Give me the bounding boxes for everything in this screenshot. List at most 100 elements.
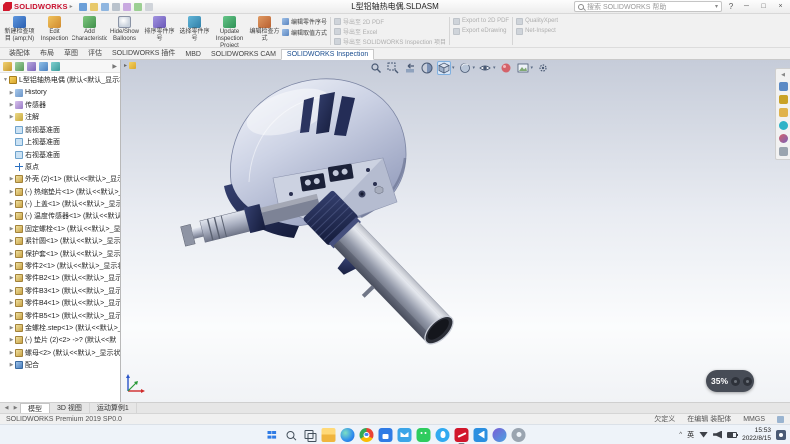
expand-arrow-icon[interactable]: ▶ — [8, 176, 15, 182]
view-palette-icon[interactable] — [779, 121, 788, 130]
new-inspection-project-button[interactable]: 新建检查项目 (amp;N) — [2, 15, 37, 47]
custom-properties-icon[interactable] — [779, 147, 788, 156]
dimxpertmanager-tab-icon[interactable] — [39, 62, 48, 71]
featuremanager-tab-icon[interactable] — [3, 62, 12, 71]
vscode-icon[interactable] — [474, 428, 488, 442]
expand-arrow-icon[interactable]: ▶ — [8, 350, 15, 356]
tree-item-part[interactable]: ▶ 零件2<1> (默认<<默认>_显示状态 — [0, 260, 120, 272]
wifi-icon[interactable] — [699, 432, 708, 438]
expand-arrow-icon[interactable]: ▶ — [8, 300, 15, 306]
tree-item-history[interactable]: ▶ History — [0, 86, 120, 98]
media-player-icon[interactable] — [493, 428, 507, 442]
overlay-button-icon[interactable] — [743, 377, 752, 386]
file-explorer-pane-icon[interactable] — [779, 108, 788, 117]
propertymanager-tab-icon[interactable] — [15, 62, 24, 71]
export-2d-pdf-button[interactable]: 导出至 2D PDF — [334, 17, 446, 25]
start-button[interactable] — [265, 428, 279, 442]
qq-icon[interactable] — [436, 428, 450, 442]
export-edrawing-button[interactable]: Export eDrawing — [453, 27, 509, 35]
hide-show-balloons-button[interactable]: Hide/Show Balloons — [107, 15, 142, 47]
task-pane-collapse-icon[interactable]: ◀ — [781, 72, 785, 78]
close-button[interactable]: × — [774, 3, 787, 10]
minimize-button[interactable]: ─ — [740, 3, 753, 10]
file-explorer-icon[interactable] — [322, 428, 336, 442]
tree-item-part[interactable]: ▶ 零件B5<1> (默认<<默认>_显示状 — [0, 309, 120, 321]
tab-sketch[interactable]: 草图 — [59, 47, 83, 59]
tree-item-right-plane[interactable]: 右视基准面 — [0, 148, 120, 160]
edge-icon[interactable] — [341, 428, 355, 442]
tree-item-part[interactable]: ▶ (-) 温度传感器<1> (默认<<默认 — [0, 210, 120, 222]
expand-arrow-icon[interactable]: ▶ — [8, 275, 15, 281]
tree-item-sensors[interactable]: ▶ 传感器 — [0, 99, 120, 111]
graphics-viewport[interactable]: ▸ ▾ — [121, 60, 790, 402]
new-document-icon[interactable] — [79, 3, 87, 11]
tree-item-annotations[interactable]: ▶ 注解 — [0, 111, 120, 123]
tab-scroll-left-icon[interactable]: ◀ — [2, 403, 11, 413]
search-box[interactable]: 搜索 SOLIDWORKS 帮助 ▾ — [574, 1, 722, 12]
tree-item-part[interactable]: ▶ (-) 垫片 (2)<2> ->? (默认<<默 — [0, 334, 120, 346]
taskbar-clock[interactable]: 15:53 2022/8/15 — [742, 427, 771, 442]
expand-arrow-icon[interactable]: ▶ — [8, 226, 15, 232]
notification-center-icon[interactable] — [776, 430, 786, 440]
add-characteristic-button[interactable]: Add Characteristic — [72, 15, 107, 47]
tree-item-part[interactable]: ▶ 零件B2<1> (默认<<默认>_显示状 — [0, 272, 120, 284]
expand-arrow-icon[interactable]: ▶ — [8, 263, 15, 269]
tab-solidworks-inspection[interactable]: SOLIDWORKS Inspection — [281, 49, 374, 60]
tab-addins[interactable]: SOLIDWORKS 插件 — [107, 47, 180, 59]
mail-icon[interactable] — [398, 428, 412, 442]
configurationmanager-tab-icon[interactable] — [27, 62, 36, 71]
tree-item-part[interactable]: ▶ 外壳 (2)<1> (默认<<默认>_显示状 — [0, 173, 120, 185]
save-icon[interactable] — [101, 3, 109, 11]
tree-item-part[interactable]: ▶ (-) 热缩垫片<1> (默认<<默认>_显 — [0, 186, 120, 198]
tree-item-front-plane[interactable]: 前视基准面 — [0, 124, 120, 136]
overlay-button-icon[interactable] — [731, 377, 740, 386]
expand-arrow-icon[interactable]: ▶ — [8, 189, 15, 195]
store-icon[interactable] — [379, 428, 393, 442]
expand-arrow-icon[interactable]: ▶ — [8, 213, 15, 219]
battery-icon[interactable] — [727, 432, 737, 438]
expand-arrow-icon[interactable]: ▶ — [8, 201, 15, 207]
edit-value-method-button[interactable]: 编辑取值方式 — [282, 28, 327, 37]
sort-balloons-button[interactable]: 排序零件序号 — [142, 15, 177, 47]
export-excel-button[interactable]: 导出至 Excel — [334, 27, 446, 35]
expand-arrow-icon[interactable]: ▶ — [8, 337, 15, 343]
tab-evaluate[interactable]: 评估 — [83, 47, 107, 59]
tab-motion-study[interactable]: 运动算例1 — [90, 403, 137, 413]
tree-item-part[interactable]: ▶ 保护套<1> (默认<<默认>_显示状 — [0, 247, 120, 259]
collapse-arrow-icon[interactable]: ▼ — [2, 77, 9, 83]
tree-item-origin[interactable]: 原点 — [0, 161, 120, 173]
tree-item-part[interactable]: ▶ 零件B3<1> (默认<<默认>_显示状 — [0, 285, 120, 297]
options-gear-icon[interactable] — [145, 3, 153, 11]
settings-icon[interactable] — [512, 428, 526, 442]
select-balloons-button[interactable]: 选择零件序号 — [177, 15, 212, 47]
tab-layout[interactable]: 布局 — [35, 47, 59, 59]
search-dropdown-icon[interactable]: ▾ — [715, 3, 718, 10]
volume-icon[interactable] — [713, 431, 722, 439]
displaymanager-tab-icon[interactable] — [51, 62, 60, 71]
open-icon[interactable] — [90, 3, 98, 11]
rebuild-icon[interactable] — [134, 3, 142, 11]
hidden-icons-chevron[interactable]: ^ — [679, 432, 682, 438]
device-battery-overlay[interactable]: 35% — [706, 370, 754, 392]
expand-arrow-icon[interactable]: ▶ — [8, 362, 15, 368]
solidworks-resources-icon[interactable] — [779, 82, 788, 91]
tree-item-part[interactable]: ▶ 零件B4<1> (默认<<默认>_显示状 — [0, 297, 120, 309]
edit-inspection-button[interactable]: Edit Inspection — [37, 15, 72, 47]
expand-arrow-icon[interactable]: ▶ — [8, 313, 15, 319]
tab-3d-views[interactable]: 3D 视图 — [50, 403, 90, 413]
update-inspection-project-button[interactable]: Update Inspection Project — [212, 15, 247, 47]
expand-arrow-icon[interactable]: ▶ — [8, 114, 15, 120]
tab-assembly[interactable]: 装配体 — [4, 47, 35, 59]
tree-item-part[interactable]: ▶ (-) 上盖<1> (默认<<默认>_显示状 — [0, 198, 120, 210]
expand-arrow-icon[interactable]: ▶ — [8, 238, 15, 244]
expand-arrow-icon[interactable]: ▶ — [8, 90, 15, 96]
maximize-button[interactable]: □ — [757, 3, 770, 10]
tree-item-top-plane[interactable]: 上视基准面 — [0, 136, 120, 148]
chrome-icon[interactable] — [360, 428, 374, 442]
wechat-icon[interactable] — [417, 428, 431, 442]
tree-item-part[interactable]: ▶ 紧针圆<1> (默认<<默认>_显示状 — [0, 235, 120, 247]
tab-mbd[interactable]: MBD — [180, 50, 206, 59]
tab-scroll-right-icon[interactable]: ▶ — [11, 403, 20, 413]
expand-arrow-icon[interactable]: ▶ — [8, 288, 15, 294]
status-units[interactable]: MMGS — [743, 416, 765, 423]
